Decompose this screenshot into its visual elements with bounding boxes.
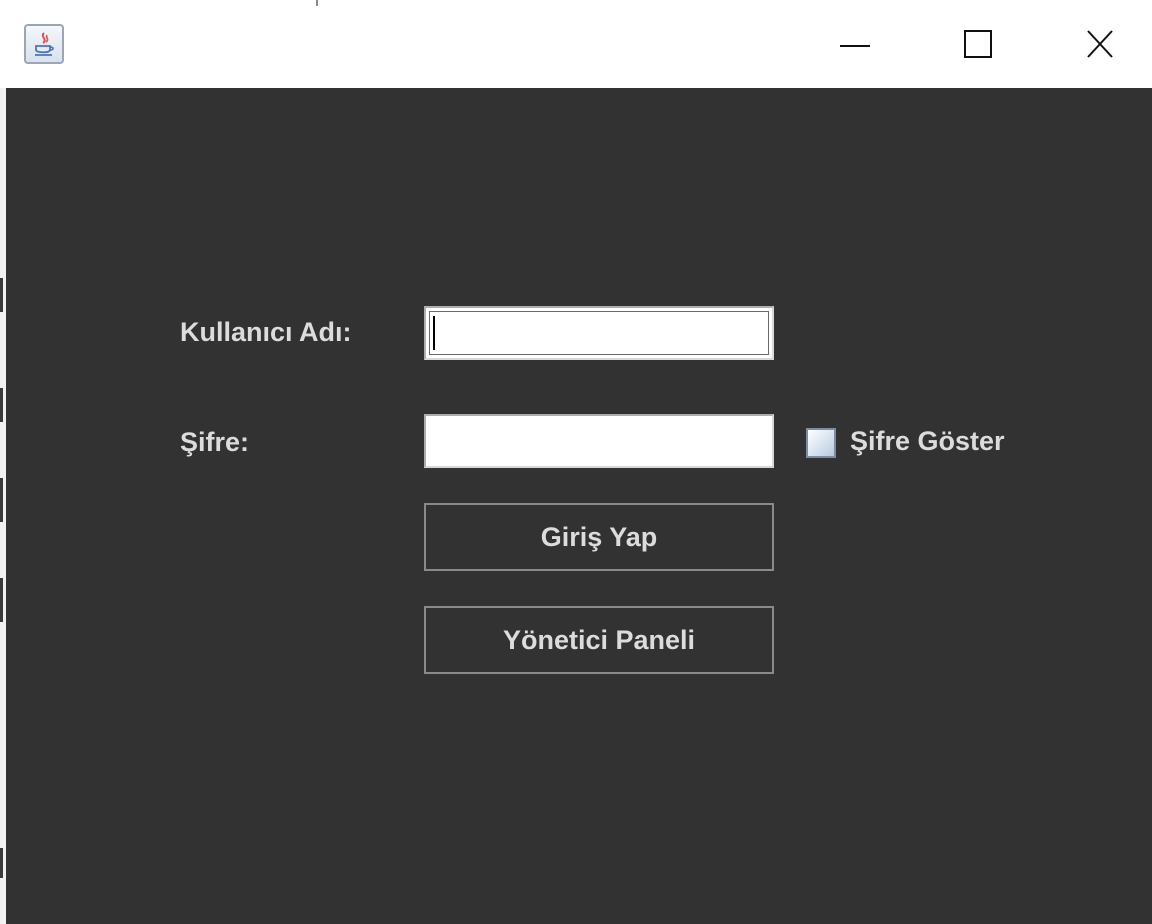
username-input[interactable] [424, 306, 774, 360]
password-input[interactable] [424, 414, 774, 468]
show-password-checkbox[interactable] [806, 428, 836, 458]
username-label: Kullanıcı Adı: [180, 317, 352, 347]
maximize-icon [964, 30, 992, 58]
edge-mark [0, 848, 3, 878]
login-panel: Kullanıcı Adı: Şifre: Şifre Göster Giriş… [6, 88, 1152, 924]
text-caret [433, 316, 435, 350]
login-button[interactable]: Giriş Yap [424, 503, 774, 571]
admin-panel-button[interactable]: Yönetici Paneli [424, 606, 774, 674]
edge-mark [0, 478, 3, 522]
edge-mark [0, 578, 3, 622]
close-button[interactable] [1044, 6, 1152, 88]
password-label: Şifre: [180, 427, 250, 457]
edge-mark [0, 388, 3, 422]
login-window: Kullanıcı Adı: Şifre: Şifre Göster Giriş… [0, 0, 1152, 924]
close-icon [1087, 30, 1113, 58]
minimize-button[interactable] [800, 6, 910, 88]
minimize-icon [840, 45, 870, 47]
focus-ring [429, 311, 769, 355]
title-bar[interactable] [0, 6, 1152, 88]
java-icon [24, 24, 64, 64]
edge-mark [0, 278, 3, 312]
show-password-label: Şifre Göster [850, 426, 1005, 456]
maximize-button[interactable] [922, 6, 1032, 88]
